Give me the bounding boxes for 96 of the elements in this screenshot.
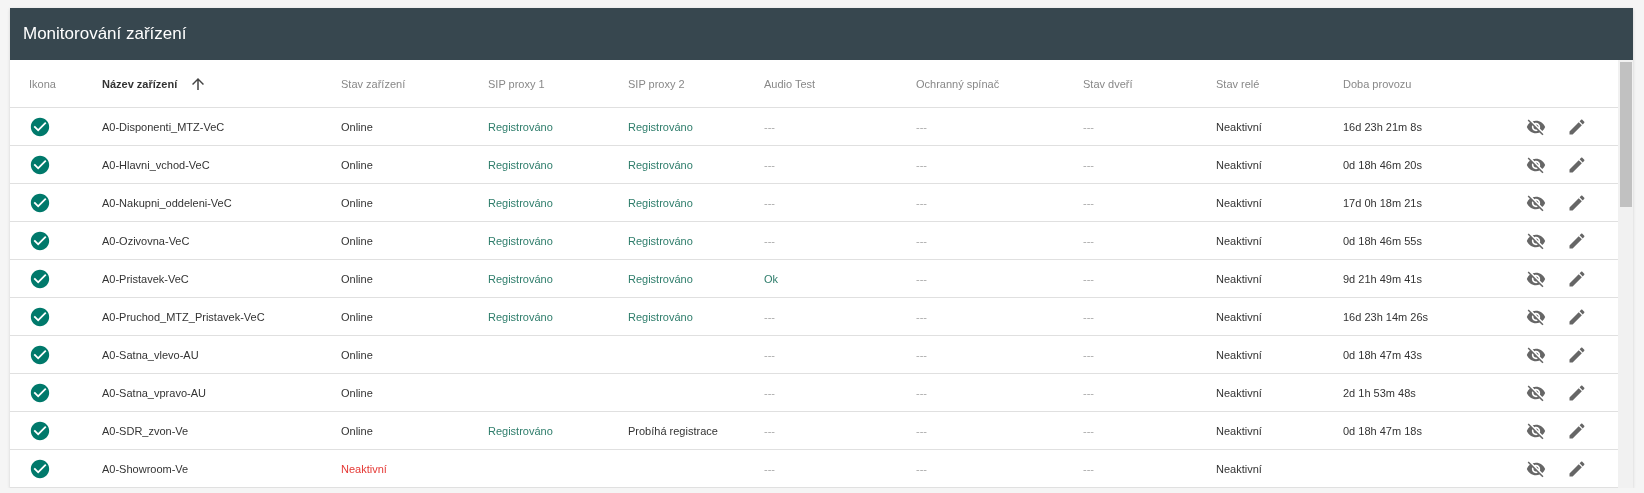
- table-cell-text: ---: [1083, 424, 1095, 437]
- table-cell-text: ---: [764, 196, 776, 209]
- table-cell-text: Online: [341, 424, 374, 437]
- table-cell-text: Registrováno: [488, 158, 554, 171]
- table-cell-text: ---: [1083, 462, 1095, 475]
- column-header[interactable]: Stav relé: [1216, 77, 1260, 90]
- page-title: Monitorování zařízení: [23, 24, 187, 44]
- table-cell-text: 0d 18h 47m 18s: [1343, 424, 1423, 437]
- table-cell-text: Online: [341, 120, 374, 133]
- table-cell-text: ---: [764, 348, 776, 361]
- column-header[interactable]: SIP proxy 2: [628, 77, 685, 90]
- table-cell-text: Online: [341, 234, 374, 247]
- column-header[interactable]: Stav zařízení: [341, 77, 406, 90]
- column-header[interactable]: SIP proxy 1: [488, 77, 545, 90]
- table-cell-text: Registrováno: [628, 120, 694, 133]
- table-cell-text: ---: [764, 424, 776, 437]
- table-cell-text: A0-Ozivovna-VeC: [102, 234, 191, 247]
- table-cell-text: Online: [341, 348, 374, 361]
- table-cell-text: A0-Satna_vlevo-AU: [102, 348, 200, 361]
- table-cell-text: Neaktivní: [1216, 158, 1263, 171]
- table-cell-text: ---: [916, 120, 928, 133]
- table-cell-text: Registrováno: [628, 272, 694, 285]
- table-cell-text: Neaktivní: [1216, 196, 1263, 209]
- column-header[interactable]: Název zařízení: [102, 77, 178, 90]
- table-cell-text: A0-Satna_vpravo-AU: [102, 386, 207, 399]
- table-cell-text: Neaktivní: [1216, 272, 1263, 285]
- table-cell-text: ---: [916, 310, 928, 323]
- table-cell-text: A0-Showroom-Ve: [102, 462, 190, 475]
- table-cell-text: 0d 18h 47m 43s: [1343, 348, 1423, 361]
- table-cell-text: Registrováno: [488, 272, 554, 285]
- table-cell-text: ---: [764, 234, 776, 247]
- table-cell-text: Registrováno: [488, 234, 554, 247]
- table-cell-text: 2d 1h 53m 48s: [1343, 386, 1417, 399]
- table-cell-text: Registrováno: [488, 120, 554, 133]
- table-cell-text: ---: [1083, 386, 1095, 399]
- table-cell-text: A0-Pristavek-VeC: [102, 272, 190, 285]
- table-cell-text: ---: [916, 158, 928, 171]
- table-cell-text: 16d 23h 21m 8s: [1343, 120, 1423, 133]
- table-cell-text: ---: [1083, 272, 1095, 285]
- table-cell-text: 0d 18h 46m 20s: [1343, 158, 1423, 171]
- table-cell-text: 9d 21h 49m 41s: [1343, 272, 1423, 285]
- table-cell-text: ---: [1083, 196, 1095, 209]
- table-cell-text: ---: [1083, 234, 1095, 247]
- table-cell-text: ---: [764, 386, 776, 399]
- column-header[interactable]: Ikona: [29, 77, 56, 90]
- table-cell-text: ---: [916, 234, 928, 247]
- scrollbar-thumb[interactable]: [1619, 62, 1632, 207]
- table-cell-text: A0-SDR_zvon-Ve: [102, 424, 190, 437]
- table-cell-text: Online: [341, 196, 374, 209]
- table-cell-text: Neaktivní: [1216, 120, 1263, 133]
- table-cell-text: Registrováno: [628, 196, 694, 209]
- table-cell-text: Registrováno: [488, 196, 554, 209]
- table-cell-text: ---: [1083, 158, 1095, 171]
- table-cell-text: ---: [916, 348, 928, 361]
- table-cell-text: ---: [1083, 348, 1095, 361]
- table-cell-text: A0-Nakupni_oddeleni-VeC: [102, 196, 233, 209]
- table-cell-text: A0-Pruchod_MTZ_Pristavek-VeC: [102, 310, 266, 323]
- table-cell-text: Registrováno: [488, 424, 554, 437]
- table-cell-text: A0-Disponenti_MTZ-VeC: [102, 120, 226, 133]
- column-header[interactable]: Ochranný spínač: [916, 77, 1000, 90]
- table-cell-text: ---: [916, 196, 928, 209]
- table-cell-text: Ok: [764, 272, 780, 285]
- table-cell-text: ---: [764, 310, 776, 323]
- table-cell-text: Online: [341, 386, 374, 399]
- table-cell-text: ---: [916, 462, 928, 475]
- table-cell-text: 17d 0h 18m 21s: [1343, 196, 1423, 209]
- table-cell-text: Probíhá registrace: [628, 424, 719, 437]
- table-cell-text: Neaktivní: [1216, 348, 1263, 361]
- table-cell-text: Registrováno: [628, 234, 694, 247]
- table-cell-text: ---: [916, 272, 928, 285]
- table-cell-text: ---: [1083, 310, 1095, 323]
- table-cell-text: Neaktivní: [1216, 234, 1263, 247]
- table-cell-text: Online: [341, 310, 374, 323]
- column-header[interactable]: Audio Test: [764, 77, 816, 90]
- table-cell-text: A0-Hlavni_vchod-VeC: [102, 158, 211, 171]
- table-cell-text: Neaktivní: [1216, 386, 1263, 399]
- table-cell-text: Neaktivní: [1216, 424, 1263, 437]
- table-cell-text: Registrováno: [628, 310, 694, 323]
- table-cell-text: Neaktivní: [1216, 310, 1263, 323]
- table-cell-text: ---: [1083, 120, 1095, 133]
- table-cell-text: Neaktivní: [341, 462, 388, 475]
- table-cell-text: ---: [764, 120, 776, 133]
- scrollbar[interactable]: [1618, 60, 1633, 488]
- table-cell-text: 16d 23h 14m 26s: [1343, 310, 1429, 323]
- column-header[interactable]: Doba provozu: [1343, 77, 1412, 90]
- table-cell-text: Registrováno: [488, 310, 554, 323]
- column-header[interactable]: Stav dveří: [1083, 77, 1133, 90]
- table-cell-text: ---: [916, 386, 928, 399]
- table-cell-text: Online: [341, 158, 374, 171]
- table-cell-text: ---: [764, 158, 776, 171]
- table-cell-text: Neaktivní: [1216, 462, 1263, 475]
- table-cell-text: 0d 18h 46m 55s: [1343, 234, 1423, 247]
- table-cell-text: ---: [764, 462, 776, 475]
- table-cell-text: Registrováno: [628, 158, 694, 171]
- table-cell-text: Online: [341, 272, 374, 285]
- table-cell-text: ---: [916, 424, 928, 437]
